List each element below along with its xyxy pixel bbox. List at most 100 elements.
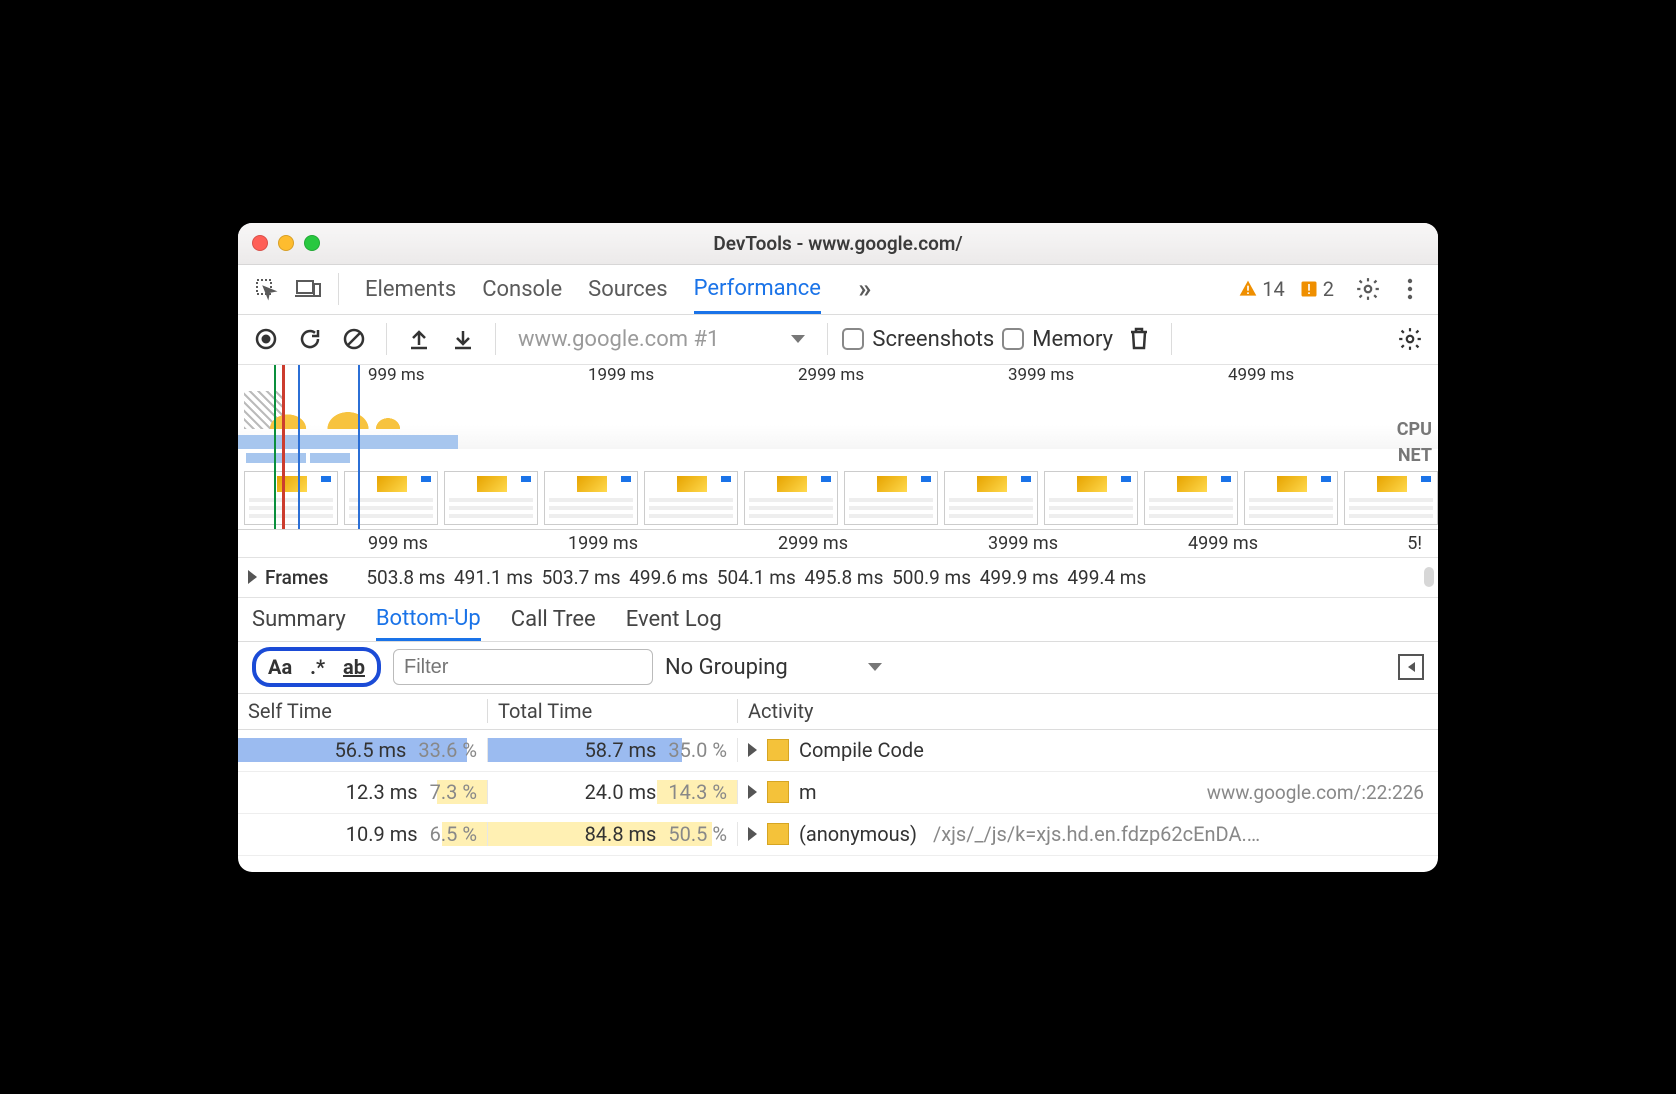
scrollbar-thumb[interactable] bbox=[1424, 567, 1434, 587]
divider bbox=[338, 273, 339, 305]
upload-profile-icon[interactable] bbox=[401, 321, 437, 357]
reload-record-icon[interactable] bbox=[292, 321, 328, 357]
warnings-badge[interactable]: 14 bbox=[1238, 277, 1284, 301]
filter-mode-buttons: Aa .* ab bbox=[252, 647, 381, 687]
filmstrip-thumb[interactable] bbox=[344, 471, 438, 525]
frame-duration: 499.4 ms bbox=[1067, 566, 1146, 589]
tab-performance[interactable]: Performance bbox=[694, 265, 821, 314]
download-profile-icon[interactable] bbox=[445, 321, 481, 357]
activity-name: (anonymous) bbox=[799, 822, 917, 846]
tick-label: 2999 ms bbox=[798, 365, 864, 385]
filmstrip-thumb[interactable] bbox=[644, 471, 738, 525]
table-row[interactable]: 12.3 ms 7.3 % 24.0 ms 14.3 % m www.googl… bbox=[238, 772, 1438, 814]
traffic-lights bbox=[252, 235, 320, 251]
filmstrip-thumb[interactable] bbox=[1244, 471, 1338, 525]
recording-selector[interactable]: www.google.com #1 bbox=[510, 327, 813, 352]
filmstrip-thumb[interactable] bbox=[1344, 471, 1438, 525]
col-activity[interactable]: Activity bbox=[738, 699, 1438, 723]
regex-button[interactable]: .* bbox=[310, 655, 325, 679]
tick-label: 3999 ms bbox=[988, 533, 1058, 554]
divider bbox=[495, 323, 496, 355]
frame-duration: 503.7 ms bbox=[542, 566, 621, 589]
zoom-window-button[interactable] bbox=[304, 235, 320, 251]
expand-triangle-icon[interactable] bbox=[748, 785, 757, 799]
tick-label: 1999 ms bbox=[568, 533, 638, 554]
match-case-button[interactable]: Aa bbox=[268, 655, 292, 679]
tick-label: 4999 ms bbox=[1228, 365, 1294, 385]
memory-checkbox[interactable]: Memory bbox=[1002, 327, 1113, 352]
activity-color-chip bbox=[767, 739, 789, 761]
cpu-overview: CPU bbox=[238, 389, 1438, 449]
frame-duration: 503.8 ms bbox=[366, 566, 445, 589]
minimize-window-button[interactable] bbox=[278, 235, 294, 251]
expand-triangle-icon[interactable] bbox=[748, 827, 757, 841]
table-row[interactable]: 56.5 ms 33.6 % 58.7 ms 35.0 % Compile Co… bbox=[238, 730, 1438, 772]
warnings-count: 14 bbox=[1262, 277, 1284, 301]
tab-call-tree[interactable]: Call Tree bbox=[511, 607, 596, 632]
total-pct: 35.0 % bbox=[668, 738, 727, 762]
expand-triangle-icon[interactable] bbox=[748, 743, 757, 757]
self-time-cell: 12.3 ms 7.3 % bbox=[238, 780, 488, 804]
inspect-element-icon[interactable] bbox=[248, 271, 284, 307]
device-toolbar-icon[interactable] bbox=[290, 271, 326, 307]
whole-word-button[interactable]: ab bbox=[343, 655, 365, 679]
expand-triangle-icon[interactable] bbox=[248, 570, 257, 584]
activity-url[interactable]: /xjs/_/js/k=xjs.hd.en.fdzp62cEnDA.… bbox=[933, 822, 1260, 846]
table-row[interactable]: 10.9 ms 6.5 % 84.8 ms 50.5 % (anonymous)… bbox=[238, 814, 1438, 856]
dropdown-caret-icon bbox=[868, 663, 882, 671]
kebab-menu-icon[interactable] bbox=[1392, 271, 1428, 307]
close-window-button[interactable] bbox=[252, 235, 268, 251]
issues-badge[interactable]: 2 bbox=[1299, 277, 1334, 301]
screenshots-checkbox[interactable]: Screenshots bbox=[842, 327, 994, 352]
total-time-cell: 58.7 ms 35.0 % bbox=[488, 738, 738, 762]
total-ms: 24.0 ms bbox=[585, 780, 657, 804]
grouping-select[interactable]: No Grouping bbox=[665, 655, 882, 680]
tick-label: 3999 ms bbox=[1008, 365, 1074, 385]
timeline-overview[interactable]: 999 ms 1999 ms 2999 ms 3999 ms 4999 ms C… bbox=[238, 365, 1438, 530]
frame-duration: 504.1 ms bbox=[717, 566, 796, 589]
screenshot-filmstrip[interactable] bbox=[238, 467, 1438, 529]
frame-duration: 491.1 ms bbox=[454, 566, 533, 589]
filmstrip-thumb[interactable] bbox=[1144, 471, 1238, 525]
tab-elements[interactable]: Elements bbox=[365, 265, 456, 314]
cpu-label: CPU bbox=[1397, 419, 1432, 440]
tab-sources[interactable]: Sources bbox=[588, 265, 668, 314]
performance-toolbar: www.google.com #1 Screenshots Memory bbox=[238, 315, 1438, 365]
show-heaviest-stack-icon[interactable] bbox=[1398, 654, 1424, 680]
tab-event-log[interactable]: Event Log bbox=[626, 607, 722, 632]
tick-label: 5! bbox=[1407, 533, 1422, 554]
record-button-icon[interactable] bbox=[248, 321, 284, 357]
settings-gear-icon[interactable] bbox=[1350, 271, 1386, 307]
self-pct: 7.3 % bbox=[430, 780, 477, 804]
checkbox-icon bbox=[1002, 328, 1024, 350]
filmstrip-thumb[interactable] bbox=[244, 471, 338, 525]
more-tabs-icon[interactable]: » bbox=[847, 271, 883, 307]
self-ms: 56.5 ms bbox=[335, 738, 407, 762]
garbage-collect-icon[interactable] bbox=[1121, 321, 1157, 357]
tick-label: 999 ms bbox=[368, 533, 428, 554]
col-self-time[interactable]: Self Time bbox=[238, 699, 488, 723]
tab-summary[interactable]: Summary bbox=[252, 607, 346, 632]
clear-icon[interactable] bbox=[336, 321, 372, 357]
filmstrip-thumb[interactable] bbox=[744, 471, 838, 525]
filmstrip-thumb[interactable] bbox=[544, 471, 638, 525]
divider bbox=[827, 323, 828, 355]
activity-url[interactable]: www.google.com/:22:226 bbox=[1207, 781, 1438, 804]
partial-row bbox=[238, 856, 1438, 872]
checkbox-icon bbox=[842, 328, 864, 350]
panel-tabs: Elements Console Sources Performance » bbox=[365, 265, 883, 314]
tab-console[interactable]: Console bbox=[482, 265, 562, 314]
filmstrip-thumb[interactable] bbox=[944, 471, 1038, 525]
frames-values: 503.8 ms 491.1 ms 503.7 ms 499.6 ms 504.… bbox=[366, 566, 1146, 589]
filmstrip-thumb[interactable] bbox=[444, 471, 538, 525]
col-total-time[interactable]: Total Time bbox=[488, 699, 738, 723]
self-ms: 10.9 ms bbox=[346, 822, 418, 846]
tab-bottom-up[interactable]: Bottom-Up bbox=[376, 598, 481, 641]
capture-settings-gear-icon[interactable] bbox=[1392, 321, 1428, 357]
filmstrip-thumb[interactable] bbox=[1044, 471, 1138, 525]
frames-track[interactable]: Frames 503.8 ms 491.1 ms 503.7 ms 499.6 … bbox=[238, 558, 1438, 598]
tick-label: 999 ms bbox=[368, 365, 425, 385]
memory-label: Memory bbox=[1032, 327, 1113, 352]
filter-input[interactable] bbox=[393, 649, 653, 685]
filmstrip-thumb[interactable] bbox=[844, 471, 938, 525]
